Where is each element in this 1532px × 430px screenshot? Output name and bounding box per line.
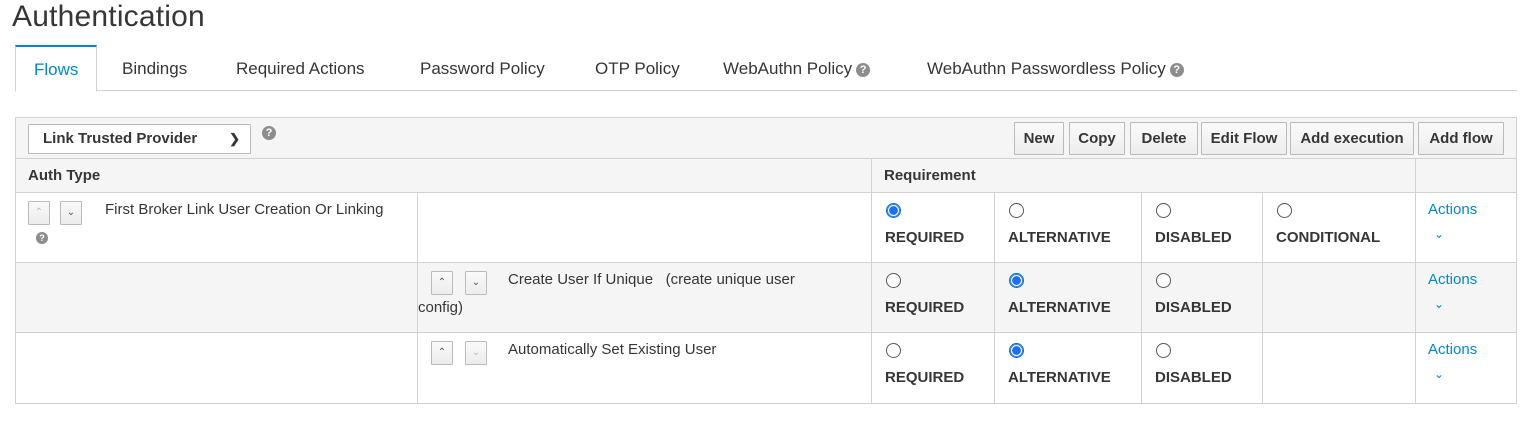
conditional-label: CONDITIONAL (1276, 229, 1381, 246)
edit-flow-button[interactable]: Edit Flow (1201, 122, 1287, 155)
delete-button[interactable]: Delete (1130, 122, 1198, 155)
question-circle-icon[interactable]: ? (856, 63, 871, 77)
chevron-up-icon: ⌃ (34, 207, 44, 218)
add-execution-button[interactable]: Add execution (1290, 122, 1414, 155)
chevron-down-icon[interactable]: ⌄ (1434, 297, 1444, 311)
actions-cell: Actions ⌄ (1415, 332, 1517, 404)
req-required-cell: REQUIRED (871, 192, 995, 263)
question-circle-icon[interactable]: ? (262, 126, 276, 140)
table-row-2-name-cell: ⌃ ⌄ Create User If Unique (create unique… (417, 262, 872, 333)
conditional-radio[interactable] (1277, 203, 1292, 218)
chevron-down-icon: ⌄ (66, 207, 76, 218)
execution-config: (create unique user (665, 271, 795, 288)
move-up-button[interactable]: ⌃ (431, 341, 453, 365)
chevron-up-icon: ⌃ (437, 277, 447, 288)
move-up-button[interactable]: ⌃ (28, 201, 50, 225)
req-disabled-cell: DISABLED (1141, 332, 1263, 404)
chevron-down-icon: ⌄ (471, 347, 481, 358)
req-alternative-cell: ALTERNATIVE (994, 262, 1142, 333)
alternative-label: ALTERNATIVE (1008, 229, 1111, 246)
flow-select[interactable]: Link Trusted Provider ❯ (28, 124, 251, 154)
actions-cell: Actions ⌄ (1415, 262, 1517, 333)
tab-password-policy[interactable]: Password Policy (420, 45, 545, 91)
table-row-2-indent-cell (15, 262, 418, 333)
req-required-cell: REQUIRED (871, 332, 995, 404)
alternative-label: ALTERNATIVE (1008, 369, 1111, 386)
req-conditional-cell: CONDITIONAL (1262, 192, 1416, 263)
required-radio[interactable] (886, 273, 901, 288)
actions-dropdown[interactable]: Actions (1428, 271, 1477, 288)
chevron-down-icon[interactable]: ⌄ (1434, 367, 1444, 381)
alternative-radio[interactable] (1009, 203, 1024, 218)
move-down-button[interactable]: ⌄ (465, 341, 487, 365)
move-up-button[interactable]: ⌃ (431, 271, 453, 295)
tab-webauthn-policy[interactable]: WebAuthn Policy? (723, 45, 871, 91)
execution-name: First Broker Link User Creation Or Linki… (105, 201, 384, 218)
disabled-label: DISABLED (1155, 299, 1232, 316)
table-row-1-name-cell: ⌃ ⌄ First Broker Link User Creation Or L… (15, 192, 418, 263)
tab-required-actions[interactable]: Required Actions (236, 45, 365, 91)
alternative-label: ALTERNATIVE (1008, 299, 1111, 316)
execution-config-continued: config) (418, 299, 464, 316)
tab-webauthn-policy-label: WebAuthn Policy (723, 59, 853, 78)
add-flow-button[interactable]: Add flow (1418, 122, 1504, 155)
requirement-header: Requirement (871, 158, 1416, 193)
required-radio[interactable] (886, 343, 901, 358)
disabled-radio[interactable] (1156, 343, 1171, 358)
actions-dropdown[interactable]: Actions (1428, 201, 1477, 218)
actions-dropdown[interactable]: Actions (1428, 341, 1477, 358)
disabled-label: DISABLED (1155, 229, 1232, 246)
disabled-radio[interactable] (1156, 273, 1171, 288)
table-row-3-indent-cell (15, 332, 418, 404)
flow-toolbar: Link Trusted Provider ❯ ? New Copy Delet… (15, 117, 1517, 159)
new-button[interactable]: New (1014, 122, 1064, 155)
required-radio[interactable] (886, 203, 901, 218)
tab-flows[interactable]: Flows (15, 45, 98, 92)
alternative-radio[interactable] (1009, 273, 1024, 288)
required-label: REQUIRED (885, 369, 965, 386)
actions-header (1415, 158, 1517, 193)
required-label: REQUIRED (885, 229, 965, 246)
question-circle-icon[interactable]: ? (1169, 63, 1184, 77)
actions-cell: Actions ⌄ (1415, 192, 1517, 263)
req-empty-cell (1262, 332, 1416, 404)
table-row-3-name-cell: ⌃ ⌄ Automatically Set Existing User (417, 332, 872, 404)
execution-name-line: Create User If Unique (create unique use… (508, 271, 795, 288)
req-disabled-cell: DISABLED (1141, 192, 1263, 263)
req-alternative-cell: ALTERNATIVE (994, 192, 1142, 263)
flow-select-value: Link Trusted Provider (43, 130, 198, 147)
chevron-down-icon[interactable]: ⌄ (1434, 227, 1444, 241)
tab-otp-policy[interactable]: OTP Policy (595, 45, 680, 91)
alternative-radio[interactable] (1009, 343, 1024, 358)
move-down-button[interactable]: ⌄ (60, 201, 82, 225)
question-circle-icon[interactable]: ? (36, 232, 48, 244)
chevron-up-icon: ⌃ (437, 347, 447, 358)
req-alternative-cell: ALTERNATIVE (994, 332, 1142, 404)
req-disabled-cell: DISABLED (1141, 262, 1263, 333)
tab-bar: Flows Bindings Required Actions Password… (15, 45, 1517, 92)
disabled-radio[interactable] (1156, 203, 1171, 218)
req-empty-cell (1262, 262, 1416, 333)
tab-webauthn-passwordless-policy[interactable]: WebAuthn Passwordless Policy? (927, 45, 1184, 91)
auth-type-header: Auth Type (15, 158, 872, 193)
disabled-label: DISABLED (1155, 369, 1232, 386)
chevron-down-icon: ⌄ (471, 277, 481, 288)
move-down-button[interactable]: ⌄ (465, 271, 487, 295)
table-row-1-subflow-cell (417, 192, 872, 263)
execution-name: Automatically Set Existing User (508, 341, 717, 358)
tab-webauthn-passwordless-label: WebAuthn Passwordless Policy (927, 59, 1166, 78)
copy-button[interactable]: Copy (1069, 122, 1125, 155)
chevron-down-icon: ❯ (229, 131, 240, 146)
req-required-cell: REQUIRED (871, 262, 995, 333)
required-label: REQUIRED (885, 299, 965, 316)
execution-name: Create User If Unique (508, 271, 654, 288)
page-title: Authentication (12, 0, 205, 33)
tab-bindings[interactable]: Bindings (122, 45, 187, 91)
